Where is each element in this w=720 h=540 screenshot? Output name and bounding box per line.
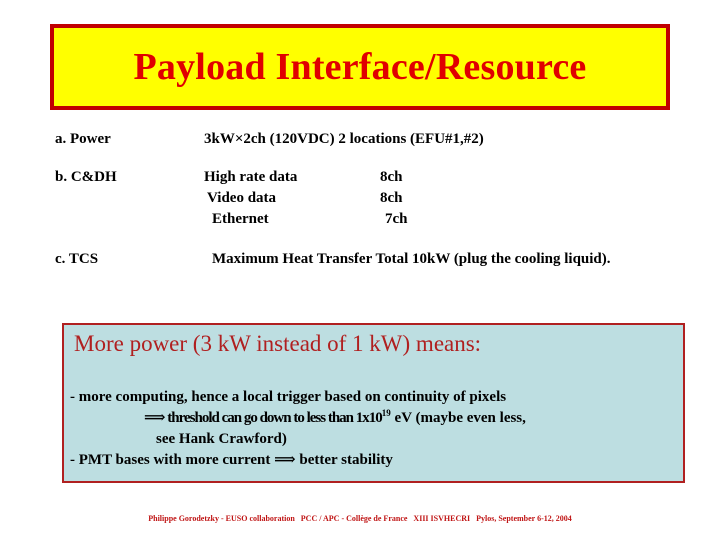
- spec-row-cdh-high-rate: b. C&DH High rate data 8ch: [0, 169, 720, 190]
- note-threshold-tail: eV (maybe even less,: [390, 410, 526, 426]
- footer-conference: XIII ISVHECRI: [413, 514, 471, 523]
- spec-value-power: 3kW×2ch (120VDC) 2 locations (EFU#1,#2): [204, 131, 484, 147]
- footer: Philippe Gorodetzky - EUSO collaboration…: [0, 514, 720, 523]
- spec-label-tcs: c. TCS: [55, 251, 99, 267]
- note-line-crawford: see Hank Crawford): [156, 431, 287, 447]
- footer-affiliation: PCC / APC - Collège de France: [300, 514, 408, 523]
- spec-row-cdh-ethernet: Ethernet 7ch: [0, 211, 720, 232]
- spec-value-ethernet: Ethernet: [212, 211, 269, 227]
- note-threshold-text: ⟹ threshold can go down to less than 1x1…: [144, 410, 383, 426]
- footer-venue-date: Pylos, September 6-12, 2004: [476, 514, 572, 523]
- spec-label-power: a. Power: [55, 131, 111, 147]
- spacer-after-power: [0, 152, 720, 169]
- spec-qty-video-data: 8ch: [380, 190, 403, 206]
- spec-qty-ethernet: 7ch: [385, 211, 408, 227]
- spec-value-video-data: Video data: [207, 190, 277, 206]
- spacer-after-cdh: [0, 232, 720, 251]
- note-heading: More power (3 kW instead of 1 kW) means:: [74, 331, 482, 356]
- note-line-computing: - more computing, hence a local trigger …: [70, 389, 507, 405]
- spec-row-tcs: c. TCS Maximum Heat Transfer Total 10kW …: [0, 251, 720, 272]
- slide-title-banner: Payload Interface/Resource: [50, 24, 670, 110]
- spec-value-tcs: Maximum Heat Transfer Total 10kW (plug t…: [212, 251, 611, 267]
- spec-qty-high-rate-data: 8ch: [380, 169, 403, 185]
- note-body: - more computing, hence a local trigger …: [70, 387, 682, 471]
- note-threshold-exponent: 19: [381, 408, 391, 418]
- spec-row-cdh-video: Video data 8ch: [0, 190, 720, 211]
- spec-label-cdh: b. C&DH: [55, 169, 117, 185]
- note-line-threshold: ⟹ threshold can go down to less than 1x1…: [70, 408, 682, 429]
- note-line-pmt: - PMT bases with more current ⟹ better s…: [70, 452, 393, 468]
- spec-list: a. Power 3kW×2ch (120VDC) 2 locations (E…: [0, 131, 720, 272]
- note-box: More power (3 kW instead of 1 kW) means:…: [62, 323, 685, 483]
- footer-author: Philippe Gorodetzky - EUSO collaboration: [148, 514, 295, 523]
- page-title: Payload Interface/Resource: [133, 46, 587, 88]
- spec-value-high-rate-data: High rate data: [204, 169, 298, 185]
- spec-row-power: a. Power 3kW×2ch (120VDC) 2 locations (E…: [0, 131, 720, 152]
